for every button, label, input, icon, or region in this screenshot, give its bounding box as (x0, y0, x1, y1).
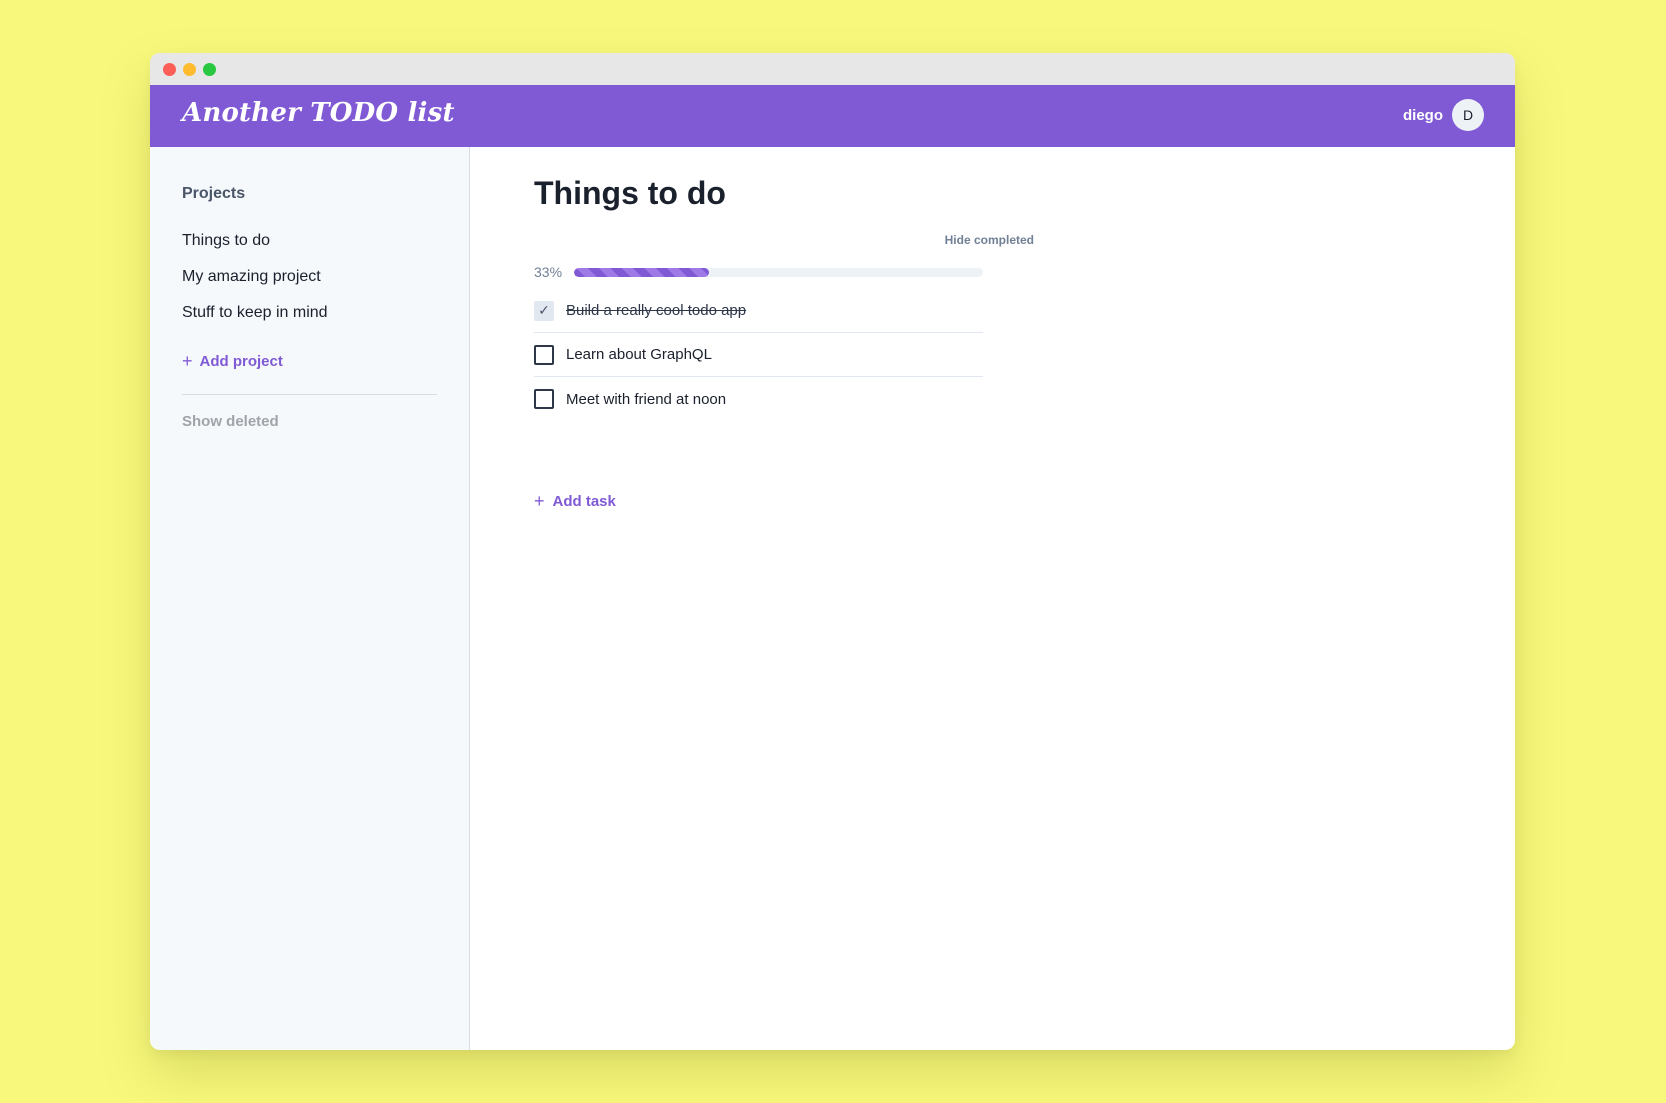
sidebar-item-stuff-to-keep-in-mind[interactable]: Stuff to keep in mind (182, 304, 328, 322)
main-content: Things to do Hide completed 33% ✓ Build … (471, 147, 1515, 1050)
add-project-button[interactable]: + Add project (182, 352, 283, 370)
add-task-label: Add task (552, 492, 616, 510)
plus-icon: + (182, 351, 193, 371)
add-project-label: Add project (199, 352, 283, 370)
progress-bar (574, 267, 983, 277)
sidebar-item-things-to-do[interactable]: Things to do (182, 232, 270, 250)
progress-label: 33% (534, 264, 563, 280)
show-deleted-button[interactable]: Show deleted (182, 413, 279, 430)
task-label[interactable]: Learn about GraphQL (566, 346, 712, 363)
task-list: ✓ Build a really cool todo app Learn abo… (534, 289, 983, 421)
window-titlebar (150, 53, 1515, 85)
progress: 33% (534, 264, 983, 280)
sidebar-item-my-amazing-project[interactable]: My amazing project (182, 268, 321, 286)
maximize-window-button[interactable] (203, 63, 216, 76)
task-item: Meet with friend at noon (534, 377, 983, 421)
add-task-button[interactable]: + Add task (534, 492, 616, 510)
task-label[interactable]: Build a really cool todo app (566, 302, 746, 319)
minimize-window-button[interactable] (183, 63, 196, 76)
sidebar-divider (182, 394, 437, 395)
task-checkbox[interactable]: ✓ (534, 300, 554, 321)
projects-heading: Projects (182, 185, 246, 202)
app-window: Another TODO list diego D Projects Thing… (150, 53, 1515, 1050)
hide-completed-button[interactable]: Hide completed (834, 233, 1034, 247)
app-header: Another TODO list diego D (150, 85, 1515, 147)
task-item: ✓ Build a really cool todo app (534, 289, 983, 333)
user-name: diego (1403, 106, 1443, 124)
app-logo: Another TODO list (182, 98, 455, 128)
task-item: Learn about GraphQL (534, 333, 983, 377)
task-checkbox[interactable] (534, 389, 554, 409)
plus-icon: + (534, 491, 545, 511)
app-body: Projects Things to do My amazing project… (150, 147, 1515, 1050)
task-checkbox[interactable] (534, 344, 554, 365)
close-window-button[interactable] (163, 63, 176, 76)
task-label[interactable]: Meet with friend at noon (566, 391, 726, 408)
user-menu[interactable]: diego D (1403, 99, 1484, 131)
avatar[interactable]: D (1452, 99, 1484, 131)
progress-fill (574, 267, 709, 277)
sidebar: Projects Things to do My amazing project… (150, 147, 470, 1050)
page-title: Things to do (534, 175, 726, 211)
